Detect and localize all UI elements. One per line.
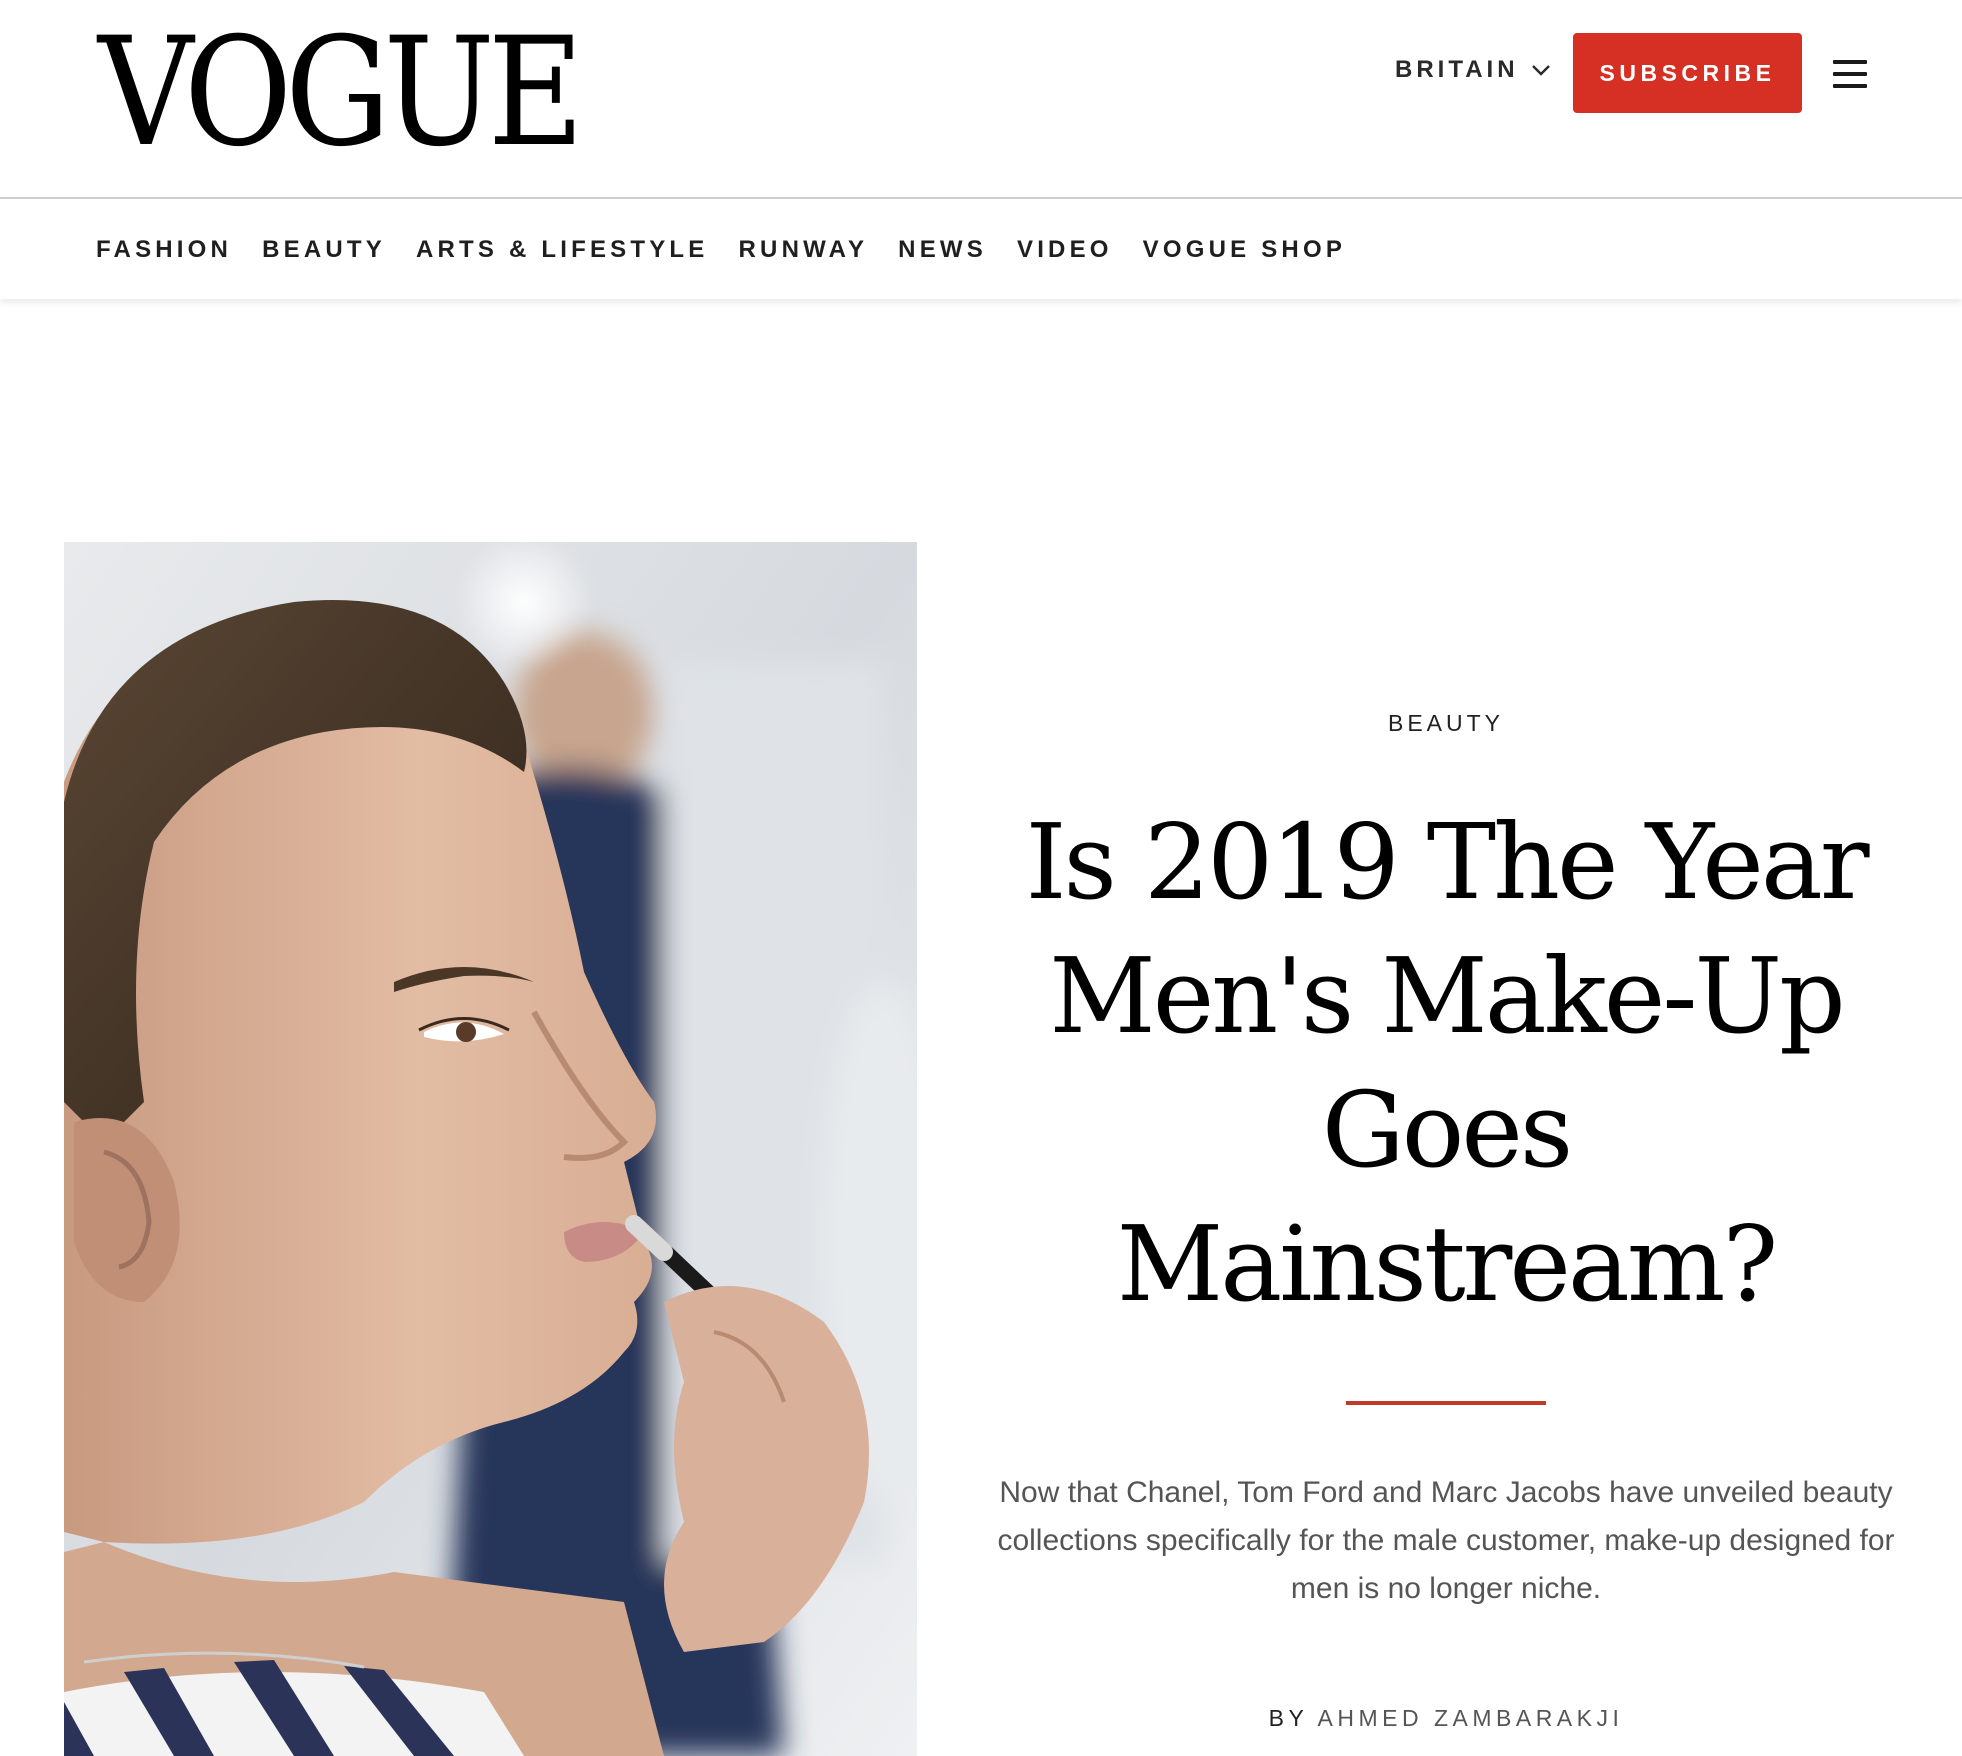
byline-prefix: BY: [1268, 1705, 1308, 1731]
vogue-logo[interactable]: VOGUE: [98, 18, 584, 168]
author-link[interactable]: AHMED ZAMBARAKJI: [1318, 1705, 1624, 1731]
hero-photo-illustration: [64, 542, 917, 1756]
hamburger-menu-icon[interactable]: [1833, 60, 1867, 88]
category-label[interactable]: BEAUTY: [990, 710, 1902, 737]
edition-selector[interactable]: BRITAIN: [1395, 56, 1551, 84]
nav-item-beauty[interactable]: BEAUTY: [262, 236, 386, 264]
headline-divider: [1346, 1401, 1546, 1405]
edition-label: BRITAIN: [1395, 56, 1519, 83]
main-nav: FASHION BEAUTY ARTS & LIFESTYLE RUNWAY N…: [0, 199, 1962, 299]
headline: Is 2019 The Year Men's Make-Up Goes Main…: [1025, 801, 1869, 1325]
byline: BY AHMED ZAMBARAKJI: [990, 1705, 1902, 1732]
nav-item-video[interactable]: VIDEO: [1017, 236, 1113, 264]
nav-item-fashion[interactable]: FASHION: [96, 236, 232, 264]
site-header: VOGUE BRITAIN SUBSCRIBE: [0, 0, 1962, 199]
nav-item-vogue-shop[interactable]: VOGUE SHOP: [1143, 236, 1346, 264]
chevron-down-icon: [1531, 65, 1550, 76]
nav-item-runway[interactable]: RUNWAY: [739, 236, 869, 264]
hero-photo: [64, 542, 917, 1756]
nav-item-arts-lifestyle[interactable]: ARTS & LIFESTYLE: [416, 236, 709, 264]
article-dek: Now that Chanel, Tom Ford and Marc Jacob…: [997, 1476, 1895, 1605]
nav-item-news[interactable]: NEWS: [898, 236, 987, 264]
article-header: BEAUTY Is 2019 The Year Men's Make-Up Go…: [990, 700, 1902, 1732]
subscribe-button[interactable]: SUBSCRIBE: [1573, 33, 1802, 113]
nav-list: FASHION BEAUTY ARTS & LIFESTYLE RUNWAY N…: [96, 236, 1376, 264]
